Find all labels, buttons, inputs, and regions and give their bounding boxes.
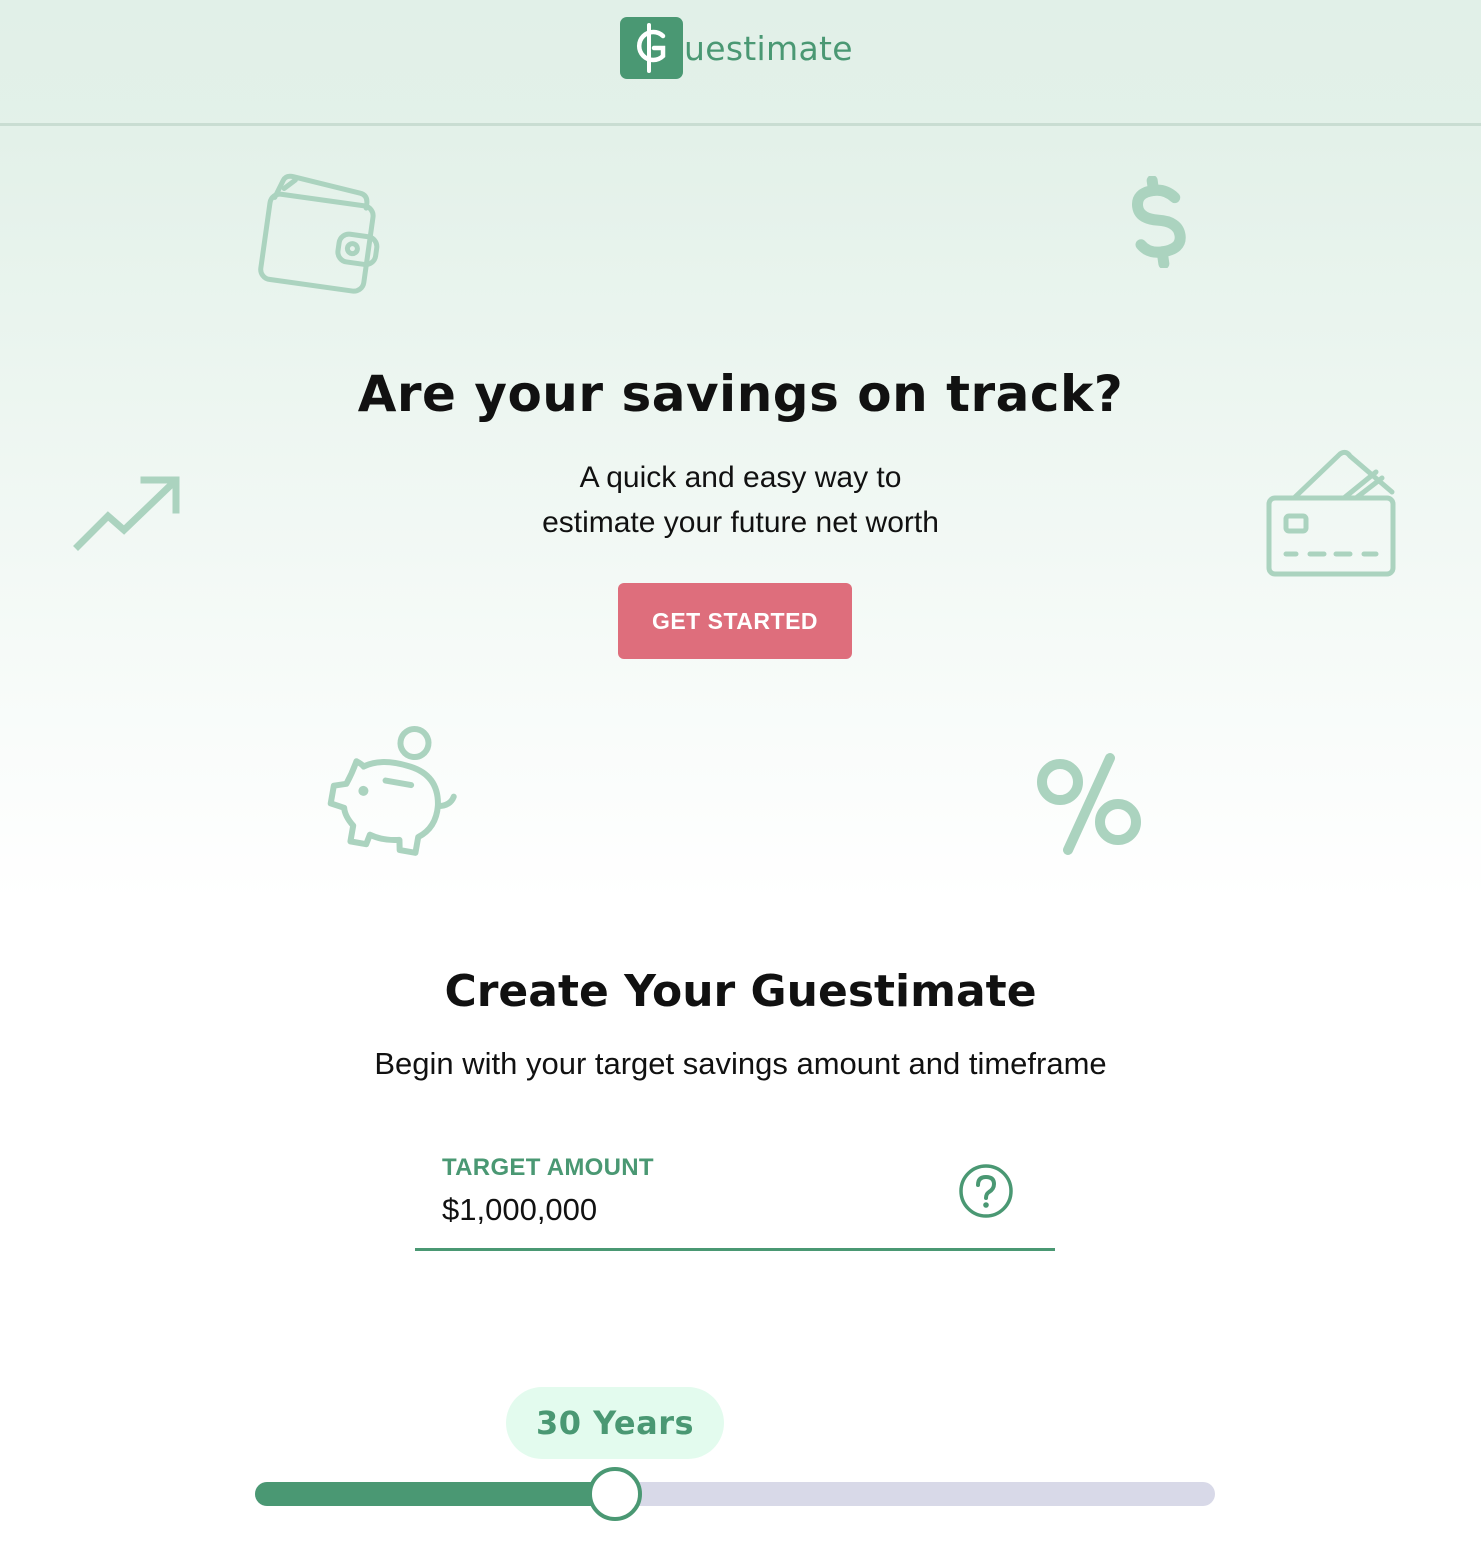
target-amount-input[interactable]	[442, 1190, 922, 1230]
hero-subtitle-line2: estimate your future net worth	[542, 506, 939, 539]
hero-subtitle-line1: A quick and easy way to	[579, 461, 902, 494]
years-slider-track[interactable]	[255, 1482, 1215, 1506]
help-icon[interactable]	[959, 1164, 1013, 1218]
percent-icon	[1034, 752, 1146, 856]
create-section-subtitle: Begin with your target savings amount an…	[374, 1046, 1107, 1081]
years-slider-thumb[interactable]	[588, 1467, 642, 1521]
guestimate-logo[interactable]: uestimate	[620, 17, 853, 79]
create-section-title: Create Your Guestimate	[444, 966, 1037, 1017]
hero-subtitle: A quick and easy way to estimate your fu…	[0, 455, 1481, 545]
dollar-icon	[1126, 176, 1192, 268]
logo-wordmark: uestimate	[684, 28, 853, 68]
years-value-badge: 30 Years	[506, 1387, 724, 1459]
logo-mark	[620, 17, 683, 79]
hero-title: Are your savings on track?	[357, 365, 1124, 423]
piggy-bank-icon	[322, 720, 464, 860]
years-slider-fill	[255, 1482, 615, 1506]
top-header: uestimate	[0, 0, 1481, 126]
wallet-icon	[258, 172, 383, 298]
logo-g-glyph	[636, 23, 665, 73]
get-started-button[interactable]: GET STARTED	[618, 583, 852, 659]
target-amount-label: TARGET AMOUNT	[442, 1154, 654, 1181]
target-amount-field[interactable]: TARGET AMOUNT	[415, 1130, 1055, 1251]
